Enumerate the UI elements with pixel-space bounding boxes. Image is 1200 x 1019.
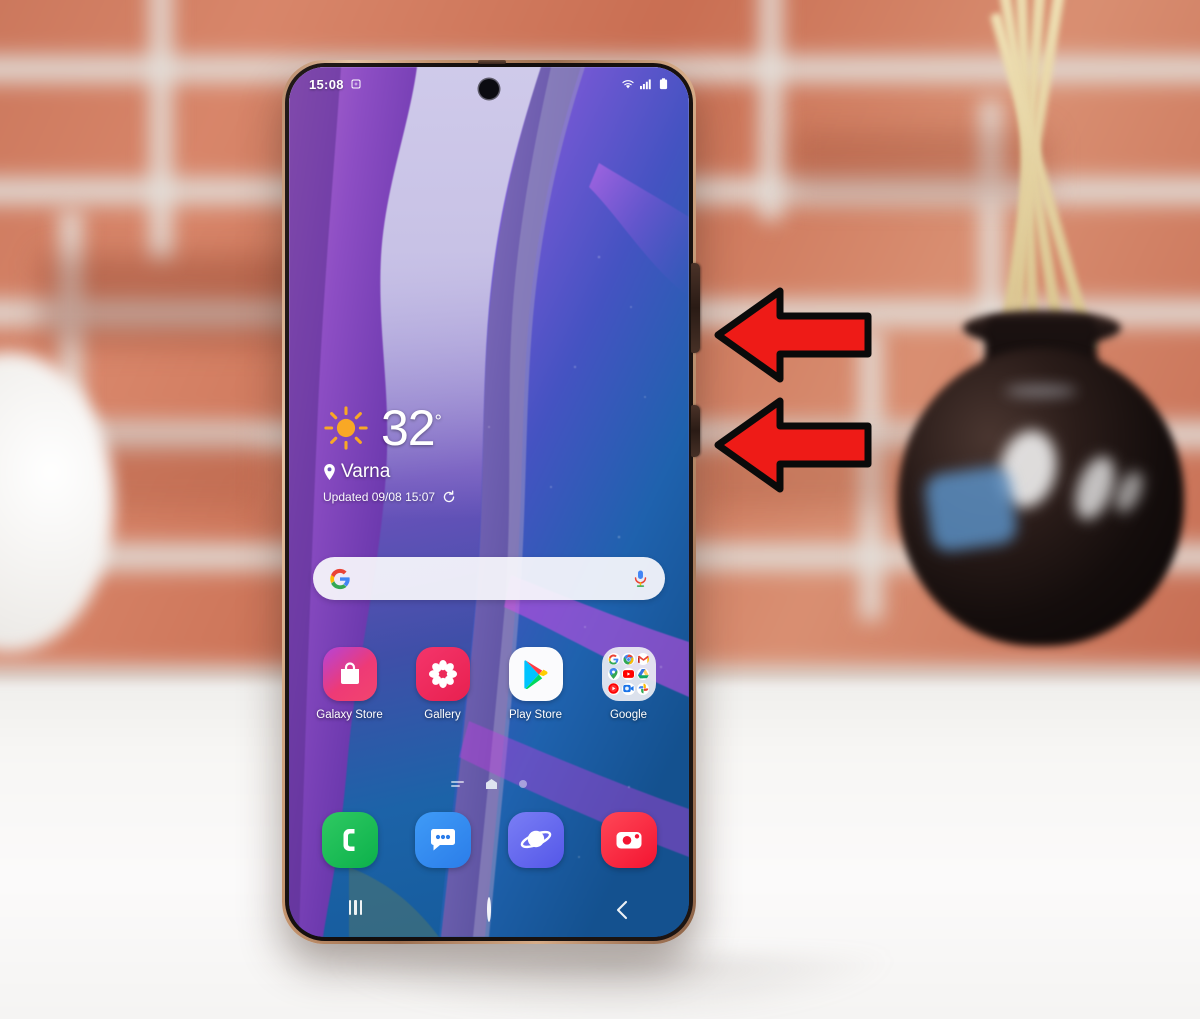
app-label: Gallery — [424, 709, 461, 721]
weather-location-row: Varna — [323, 461, 456, 483]
app-label: Play Store — [508, 709, 563, 721]
volume-rocker-button[interactable] — [691, 263, 700, 353]
phone-screen[interactable]: 15:08 32° Varna Updated 09/08 15:07 Gala… — [289, 67, 689, 937]
google-search-bar[interactable] — [313, 557, 665, 600]
messages-icon[interactable] — [414, 812, 471, 868]
google-folder-icon — [601, 647, 656, 701]
youtube-icon — [622, 667, 635, 681]
galaxy-store-icon — [322, 647, 377, 701]
weather-location: Varna — [341, 461, 391, 482]
app-label: Galaxy Store — [316, 709, 383, 721]
drive-icon — [637, 667, 650, 681]
apps-page-icon[interactable] — [451, 780, 464, 788]
weather-temperature-row: 32° — [381, 400, 442, 456]
arrow-volume-buttons — [712, 282, 874, 388]
wifi-icon — [622, 80, 634, 89]
back-icon[interactable] — [587, 899, 657, 921]
sun-icon — [324, 406, 368, 450]
battery-icon — [659, 78, 668, 90]
play-store-icon — [508, 647, 563, 701]
phone-reflection — [330, 955, 890, 1019]
weather-degree-symbol: ° — [434, 411, 442, 432]
search-input[interactable] — [361, 569, 622, 588]
chrome-icon — [622, 653, 635, 666]
phone-icon[interactable] — [321, 812, 378, 868]
earpiece-speaker — [478, 60, 506, 64]
photos-icon — [637, 682, 650, 695]
app-gallery[interactable]: Gallery — [401, 647, 485, 721]
status-bar-right — [621, 78, 669, 90]
duo-icon — [622, 682, 635, 695]
arrow-power-button — [712, 392, 874, 498]
front-camera-punch-hole — [479, 79, 499, 99]
weather-top-row: 32° — [323, 403, 456, 453]
home-screen-app-row: Galaxy Store Gallery Play Store Google — [303, 647, 675, 721]
status-bar-time: 15:08 — [309, 76, 344, 92]
app-play-store[interactable]: Play Store — [494, 647, 578, 721]
app-folder-google[interactable]: Google — [587, 647, 671, 721]
home-page-icon[interactable] — [486, 779, 497, 789]
home-screen-page-indicator — [289, 779, 689, 789]
mortar-line — [150, 0, 172, 260]
screenshot-scene: 15:08 32° Varna Updated 09/08 15:07 Gala… — [0, 0, 1200, 1019]
google-search-icon — [607, 653, 620, 666]
gallery-icon — [415, 647, 470, 701]
camera-icon[interactable] — [600, 812, 657, 868]
refresh-icon[interactable] — [442, 490, 456, 504]
gmail-icon — [637, 653, 650, 666]
weather-updated-row: Updated 09/08 15:07 — [323, 490, 456, 504]
dock — [303, 812, 675, 868]
alarm-icon — [351, 79, 361, 89]
recents-icon[interactable] — [321, 899, 391, 921]
location-pin-icon — [324, 464, 335, 480]
home-icon[interactable] — [454, 897, 524, 922]
page-dot[interactable] — [519, 780, 527, 788]
weather-widget[interactable]: 32° Varna Updated 09/08 15:07 — [323, 403, 456, 504]
signal-icon — [640, 79, 651, 90]
microphone-icon[interactable] — [632, 569, 649, 589]
brick-shade — [790, 130, 1050, 200]
weather-updated-text: Updated 09/08 15:07 — [323, 490, 436, 504]
app-galaxy-store[interactable]: Galaxy Store — [308, 647, 392, 721]
mortar-line — [760, 0, 782, 220]
status-bar-left: 15:08 — [309, 77, 362, 92]
youtube-music-icon — [607, 682, 620, 695]
vase-neck-highlight — [1005, 385, 1077, 397]
google-g-icon — [330, 568, 350, 589]
navigation-bar — [289, 897, 689, 922]
vase-reflection — [922, 464, 1020, 554]
internet-icon[interactable] — [507, 812, 564, 868]
power-button[interactable] — [691, 405, 700, 457]
smartphone: 15:08 32° Varna Updated 09/08 15:07 Gala… — [282, 60, 700, 944]
app-label: Google — [609, 709, 648, 721]
maps-icon — [607, 667, 620, 681]
weather-temperature: 32 — [381, 400, 436, 456]
